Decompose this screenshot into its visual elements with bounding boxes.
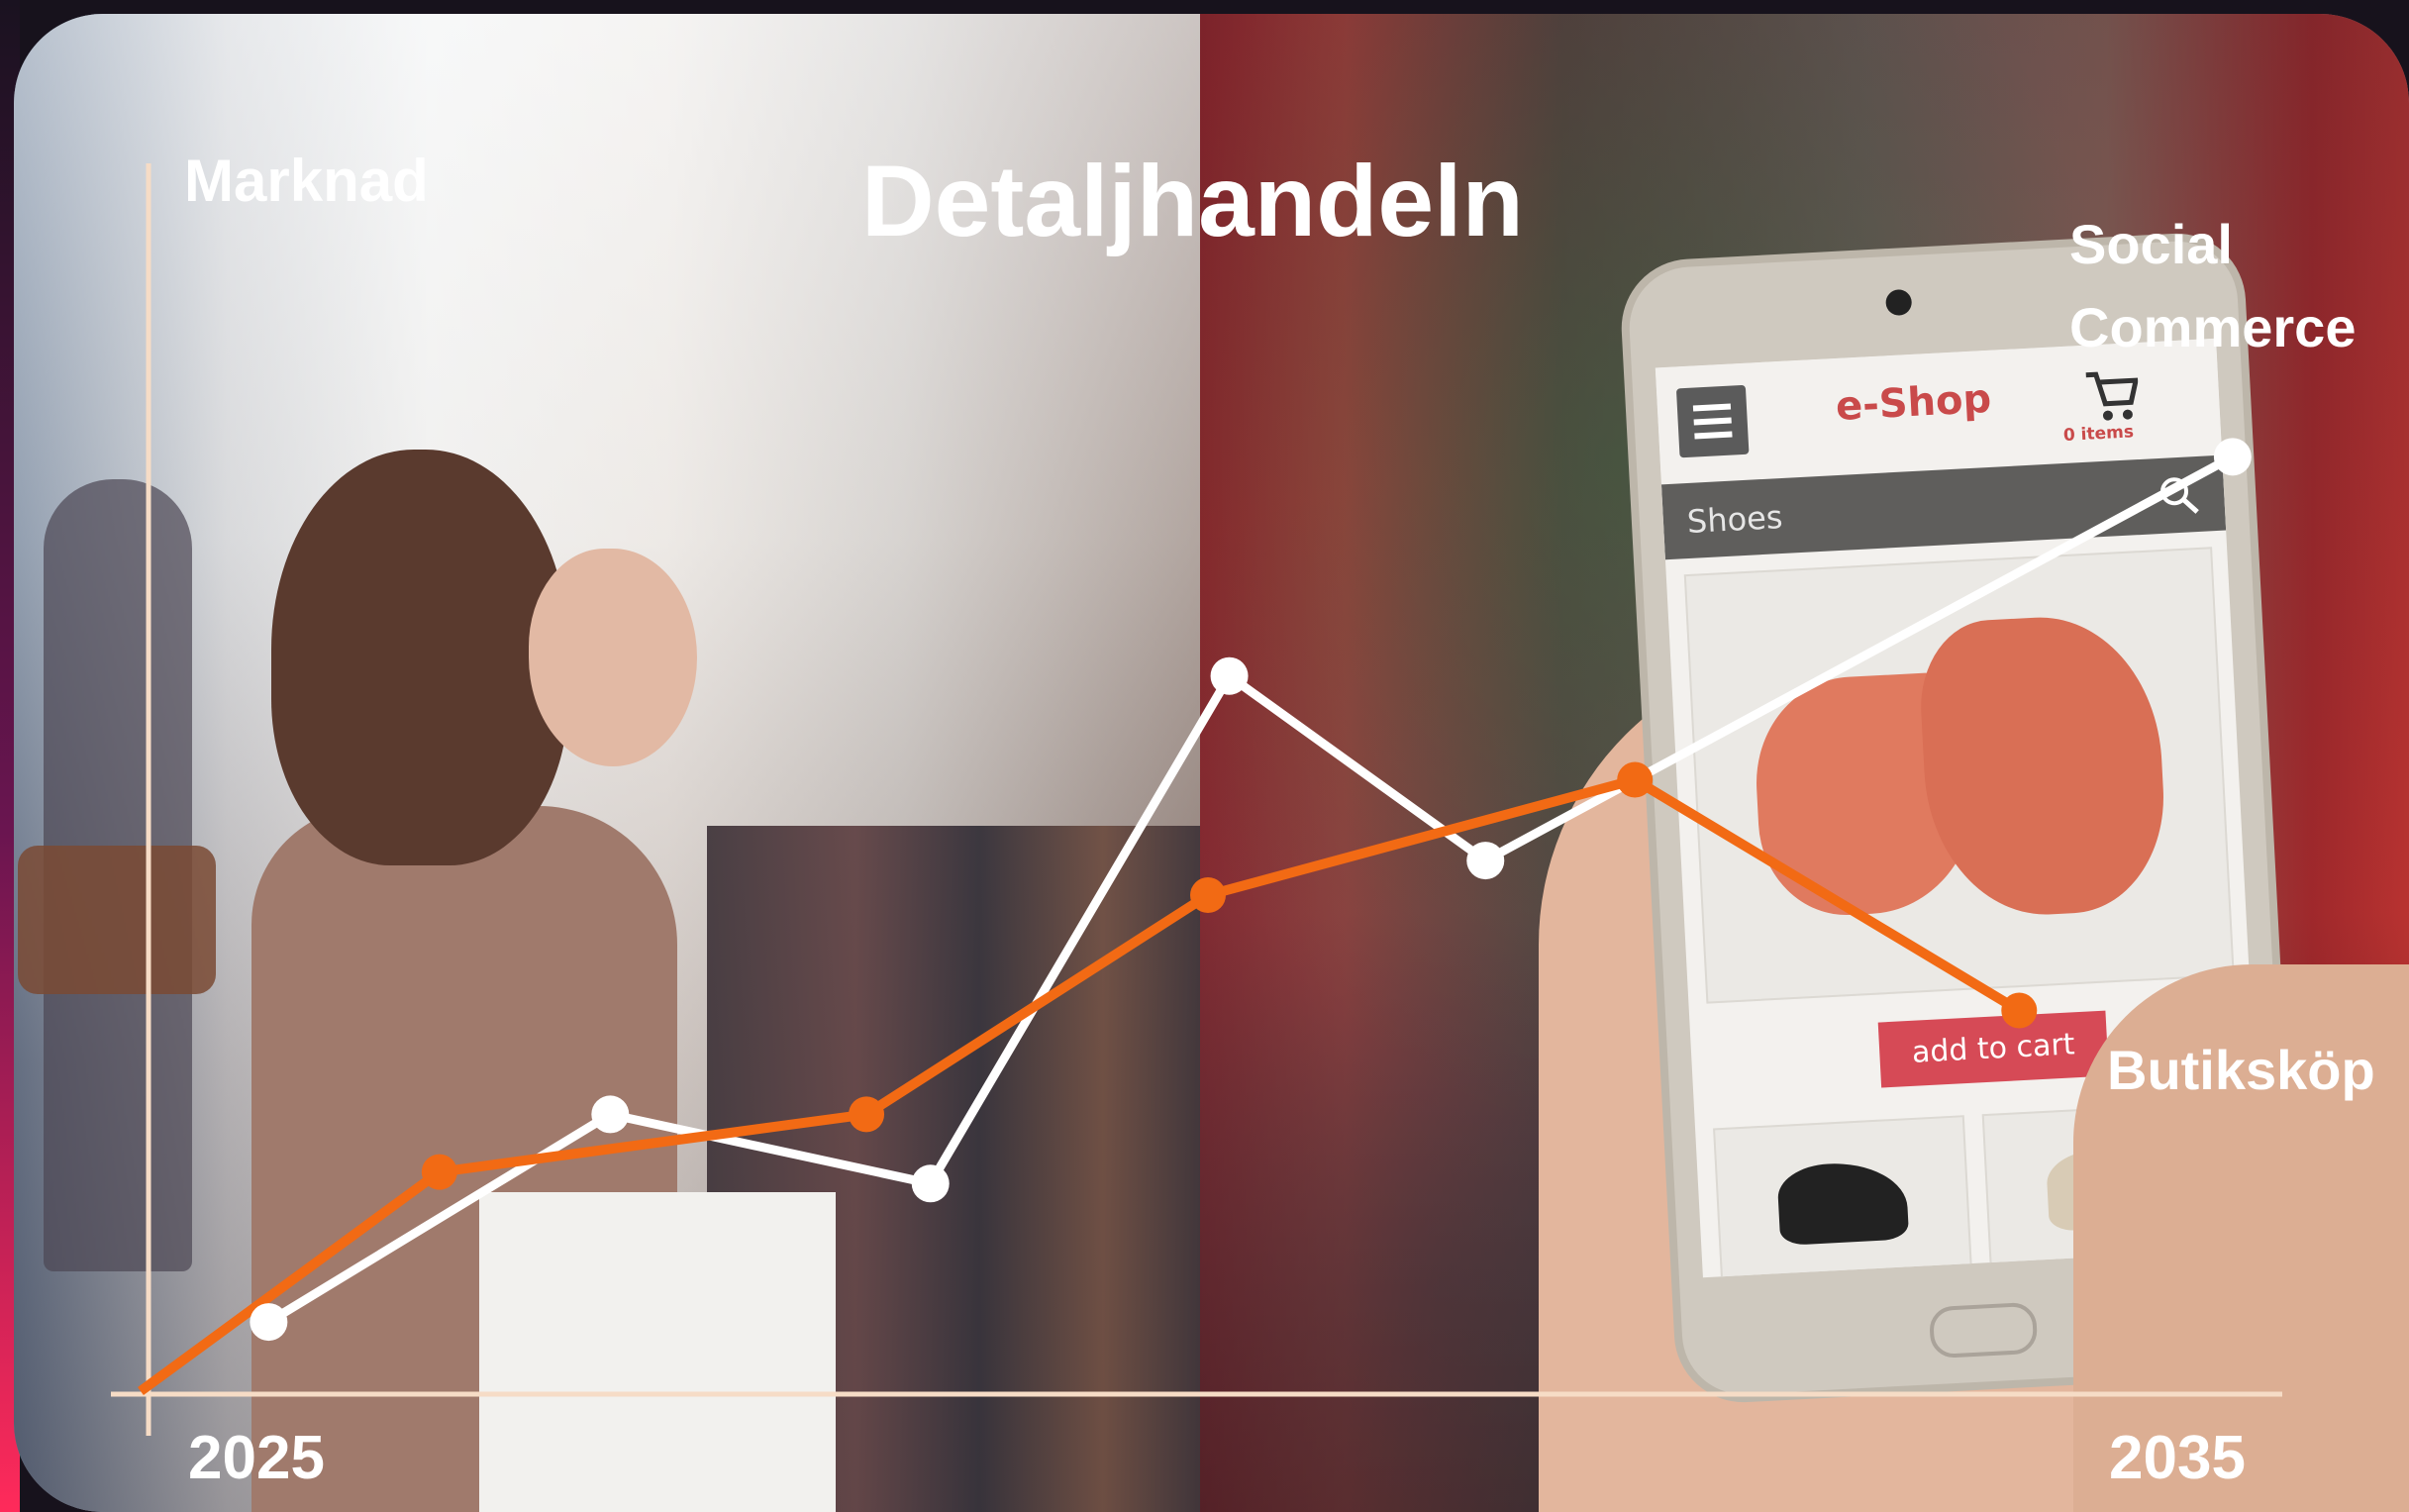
series-line-social-commerce [266, 453, 2236, 1326]
series-line-butiksk-p [138, 774, 2022, 1396]
data-point-butiksk-p [1617, 761, 1654, 798]
data-point-social-commerce [1466, 842, 1505, 880]
data-point-butiksk-p [849, 1096, 885, 1133]
series-label-social-commerce: Social Commerce [2069, 213, 2357, 358]
data-point-social-commerce [1210, 656, 1249, 695]
x-tick-label: 2025 [188, 1424, 325, 1492]
data-point-social-commerce [250, 1303, 288, 1342]
chart-title: Detaljhandeln [861, 145, 1524, 257]
series-label-butikskop: Butiksköp [2107, 1039, 2375, 1101]
data-point-social-commerce [2213, 438, 2252, 476]
slide: e-Shop 0 items Shoes add to cart Detaljh… [0, 0, 2409, 1512]
data-point-social-commerce [911, 1164, 950, 1203]
y-axis-label: Marknad [184, 148, 429, 214]
data-point-butiksk-p [2001, 992, 2038, 1029]
data-point-social-commerce [591, 1095, 630, 1134]
x-tick-label: 2035 [2109, 1424, 2246, 1492]
data-point-butiksk-p [1190, 877, 1226, 914]
data-point-butiksk-p [421, 1154, 457, 1190]
series-layer [138, 438, 2252, 1396]
